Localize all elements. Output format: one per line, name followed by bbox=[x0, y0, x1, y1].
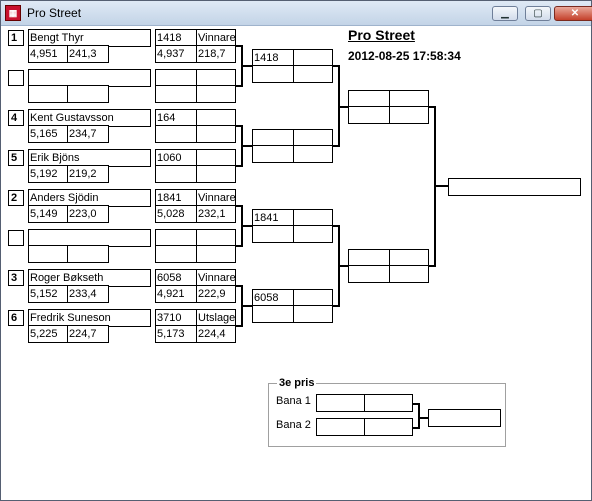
speed-field[interactable]: 233,4 bbox=[67, 285, 109, 303]
round3-speed-field[interactable] bbox=[389, 106, 429, 124]
close-button[interactable]: ✕ bbox=[554, 6, 592, 21]
reaction-time-field[interactable]: 4,951 bbox=[28, 45, 68, 63]
seed-number: 1 bbox=[8, 30, 24, 46]
result-speed-field[interactable] bbox=[196, 165, 236, 183]
seed-number: 3 bbox=[8, 270, 24, 286]
bracket-connector bbox=[241, 65, 252, 67]
round2-speed-field[interactable] bbox=[293, 305, 333, 323]
seed-number bbox=[8, 70, 24, 86]
round2-speed-field[interactable] bbox=[293, 65, 333, 83]
result-time-field[interactable]: 5,173 bbox=[155, 325, 197, 343]
result-speed-field[interactable]: 232,1 bbox=[196, 205, 236, 223]
lane1-label: Bana 1 bbox=[276, 395, 311, 407]
maximize-button[interactable]: ▢ bbox=[525, 6, 551, 21]
title-bar[interactable]: ▦ Pro Street ▁ ▢ ✕ bbox=[1, 1, 592, 26]
result-speed-field[interactable] bbox=[196, 245, 236, 263]
result-speed-field[interactable]: 224,4 bbox=[196, 325, 236, 343]
minimize-button[interactable]: ▁ bbox=[492, 6, 518, 21]
round2-speed-field[interactable] bbox=[293, 225, 333, 243]
seed-number: 6 bbox=[8, 310, 24, 326]
seed-number: 2 bbox=[8, 190, 24, 206]
seed-number: 5 bbox=[8, 150, 24, 166]
event-title: Pro Street bbox=[348, 27, 415, 43]
round3-time-field[interactable] bbox=[348, 106, 390, 124]
speed-field[interactable]: 241,3 bbox=[67, 45, 109, 63]
result-time-field[interactable] bbox=[155, 165, 197, 183]
round2-speed-field[interactable] bbox=[293, 145, 333, 163]
result-time-field[interactable]: 5,028 bbox=[155, 205, 197, 223]
speed-field[interactable] bbox=[67, 85, 109, 103]
round2-time-field[interactable] bbox=[252, 145, 294, 163]
round3-speed-field[interactable] bbox=[389, 265, 429, 283]
app-window: ▦ Pro Street ▁ ▢ ✕ Pro Street 2012-08-25… bbox=[0, 0, 592, 501]
event-datetime: 2012-08-25 17:58:34 bbox=[348, 49, 461, 63]
result-time-field[interactable]: 4,921 bbox=[155, 285, 197, 303]
window-title: Pro Street bbox=[27, 6, 82, 20]
round2-time-field[interactable] bbox=[252, 65, 294, 83]
bracket-connector bbox=[434, 185, 448, 187]
bracket-connector bbox=[241, 225, 252, 227]
reaction-time-field[interactable] bbox=[28, 85, 68, 103]
seed-number: 4 bbox=[8, 110, 24, 126]
result-speed-field[interactable]: 218,7 bbox=[196, 45, 236, 63]
reaction-time-field[interactable]: 5,192 bbox=[28, 165, 68, 183]
seed-number bbox=[8, 230, 24, 246]
reaction-time-field[interactable] bbox=[28, 245, 68, 263]
speed-field[interactable]: 234,7 bbox=[67, 125, 109, 143]
app-flag-icon: ▦ bbox=[5, 5, 21, 21]
bracket-connector bbox=[338, 265, 348, 267]
bracket-connector bbox=[241, 145, 252, 147]
reaction-time-field[interactable]: 5,165 bbox=[28, 125, 68, 143]
result-speed-field[interactable] bbox=[196, 85, 236, 103]
round2-time-field[interactable] bbox=[252, 305, 294, 323]
bracket-connector bbox=[241, 305, 252, 307]
result-time-field[interactable] bbox=[155, 85, 197, 103]
lane2-label: Bana 2 bbox=[276, 419, 311, 431]
bracket-connector bbox=[338, 106, 348, 108]
result-speed-field[interactable]: 222,9 bbox=[196, 285, 236, 303]
result-time-field[interactable]: 4,937 bbox=[155, 45, 197, 63]
result-time-field[interactable] bbox=[155, 245, 197, 263]
third-place-title: 3e pris bbox=[277, 377, 317, 389]
reaction-time-field[interactable]: 5,225 bbox=[28, 325, 68, 343]
reaction-time-field[interactable]: 5,152 bbox=[28, 285, 68, 303]
result-time-field[interactable] bbox=[155, 125, 197, 143]
round2-time-field[interactable] bbox=[252, 225, 294, 243]
speed-field[interactable]: 223,0 bbox=[67, 205, 109, 223]
reaction-time-field[interactable]: 5,149 bbox=[28, 205, 68, 223]
final-winner-field[interactable] bbox=[448, 178, 581, 196]
speed-field[interactable]: 224,7 bbox=[67, 325, 109, 343]
result-speed-field[interactable] bbox=[196, 125, 236, 143]
speed-field[interactable]: 219,2 bbox=[67, 165, 109, 183]
third-place-group bbox=[268, 383, 506, 447]
round3-time-field[interactable] bbox=[348, 265, 390, 283]
speed-field[interactable] bbox=[67, 245, 109, 263]
